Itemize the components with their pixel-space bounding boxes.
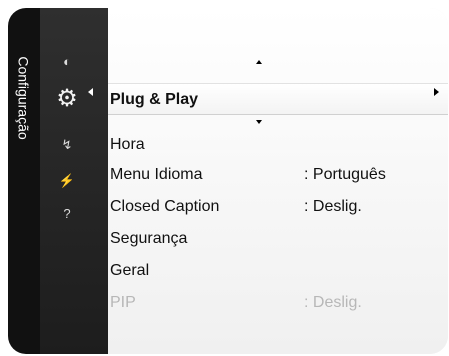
application-icon[interactable]: ⚡ [58, 172, 76, 190]
menu-item-closed-caption-value: : Deslig. [304, 198, 362, 215]
scroll-up-arrow-icon[interactable] [256, 60, 262, 64]
scroll-down-arrow-icon[interactable] [256, 120, 262, 124]
menu-item-hora[interactable]: Hora [110, 136, 145, 154]
picture-icon[interactable]: ◐ [58, 52, 76, 70]
menu-item-seguranca[interactable]: Segurança [110, 230, 187, 248]
menu-item-menu-idioma-value: : Português [304, 166, 386, 183]
menu-item-menu-idioma[interactable]: Menu Idioma [110, 166, 203, 184]
sidebar-title-text: Configuração [16, 56, 32, 140]
menu-item-geral[interactable]: Geral [110, 262, 149, 280]
support-icon[interactable]: ? [58, 204, 76, 222]
menu-item-plug-play[interactable]: Plug & Play [110, 91, 198, 109]
menu-icon-column: ◐ ⚙ ↯ ⚡ ? [40, 8, 108, 354]
selection-indicator-icon [88, 88, 93, 96]
menu-item-closed-caption[interactable]: Closed Caption [110, 198, 219, 216]
submenu-arrow-icon [434, 88, 439, 96]
menu-item-pip-value: : Deslig. [304, 294, 362, 311]
menu-item-pip: PIP [110, 294, 136, 311]
input-icon[interactable]: ↯ [58, 136, 76, 154]
setup-gear-icon[interactable]: ⚙ [53, 84, 81, 112]
sidebar-title: Configuração [8, 8, 40, 188]
sidebar-strip: Configuração [8, 8, 40, 354]
